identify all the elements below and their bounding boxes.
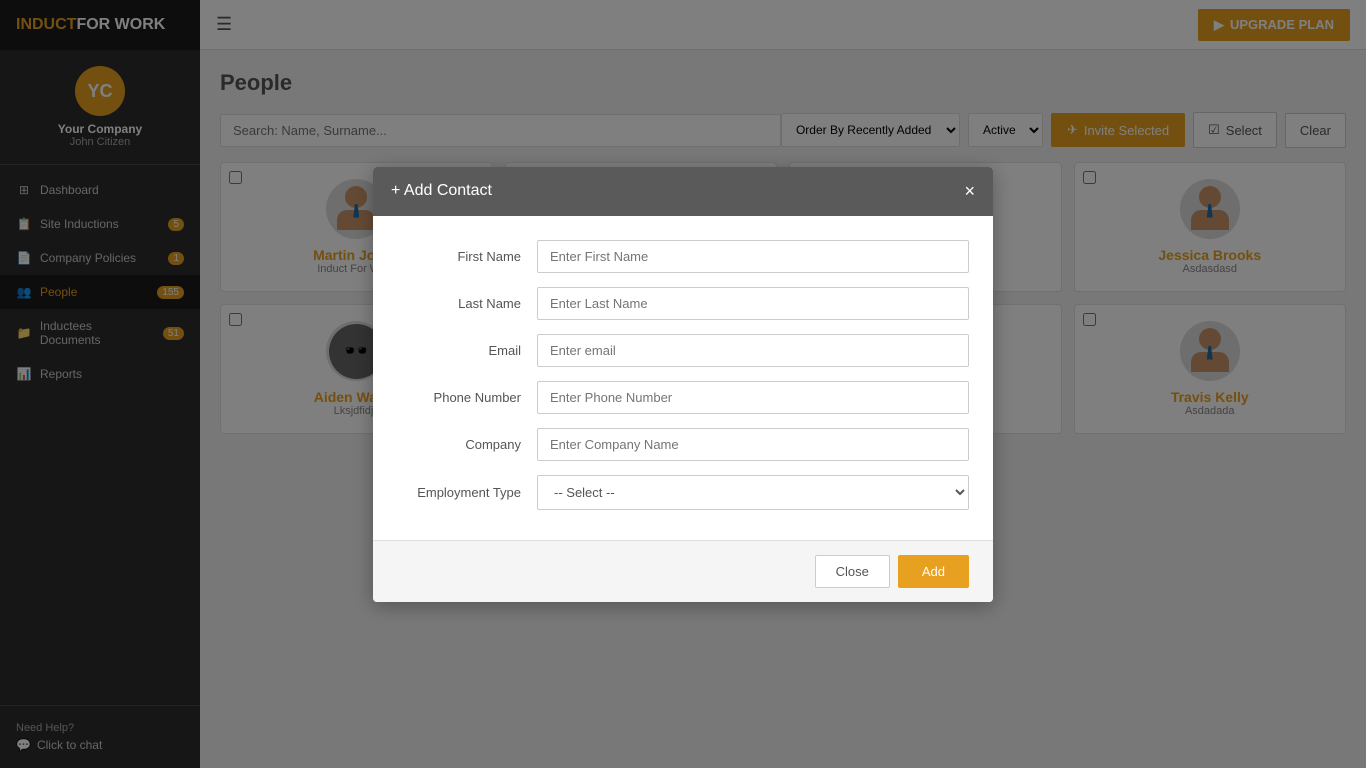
add-contact-modal: + Add Contact × First Name Last Name Ema… [373,167,993,602]
last-name-input[interactable] [537,287,969,320]
modal-close-button[interactable]: × [964,181,975,202]
first-name-label: First Name [397,249,537,264]
modal-overlay: + Add Contact × First Name Last Name Ema… [0,0,1366,768]
add-button[interactable]: Add [898,555,969,588]
employment-type-select[interactable]: -- Select -- [537,475,969,510]
modal-header: + Add Contact × [373,167,993,216]
phone-row: Phone Number [397,381,969,414]
last-name-label: Last Name [397,296,537,311]
close-modal-button[interactable]: Close [815,555,890,588]
phone-label: Phone Number [397,390,537,405]
company-input[interactable] [537,428,969,461]
first-name-row: First Name [397,240,969,273]
email-row: Email [397,334,969,367]
modal-body: First Name Last Name Email Phone Number … [373,216,993,540]
first-name-input[interactable] [537,240,969,273]
employment-type-label: Employment Type [397,485,537,500]
employment-type-row: Employment Type -- Select -- [397,475,969,510]
email-input[interactable] [537,334,969,367]
company-label: Company [397,437,537,452]
email-label: Email [397,343,537,358]
modal-footer: Close Add [373,540,993,602]
last-name-row: Last Name [397,287,969,320]
phone-input[interactable] [537,381,969,414]
company-row: Company [397,428,969,461]
modal-title: + Add Contact [391,182,492,200]
